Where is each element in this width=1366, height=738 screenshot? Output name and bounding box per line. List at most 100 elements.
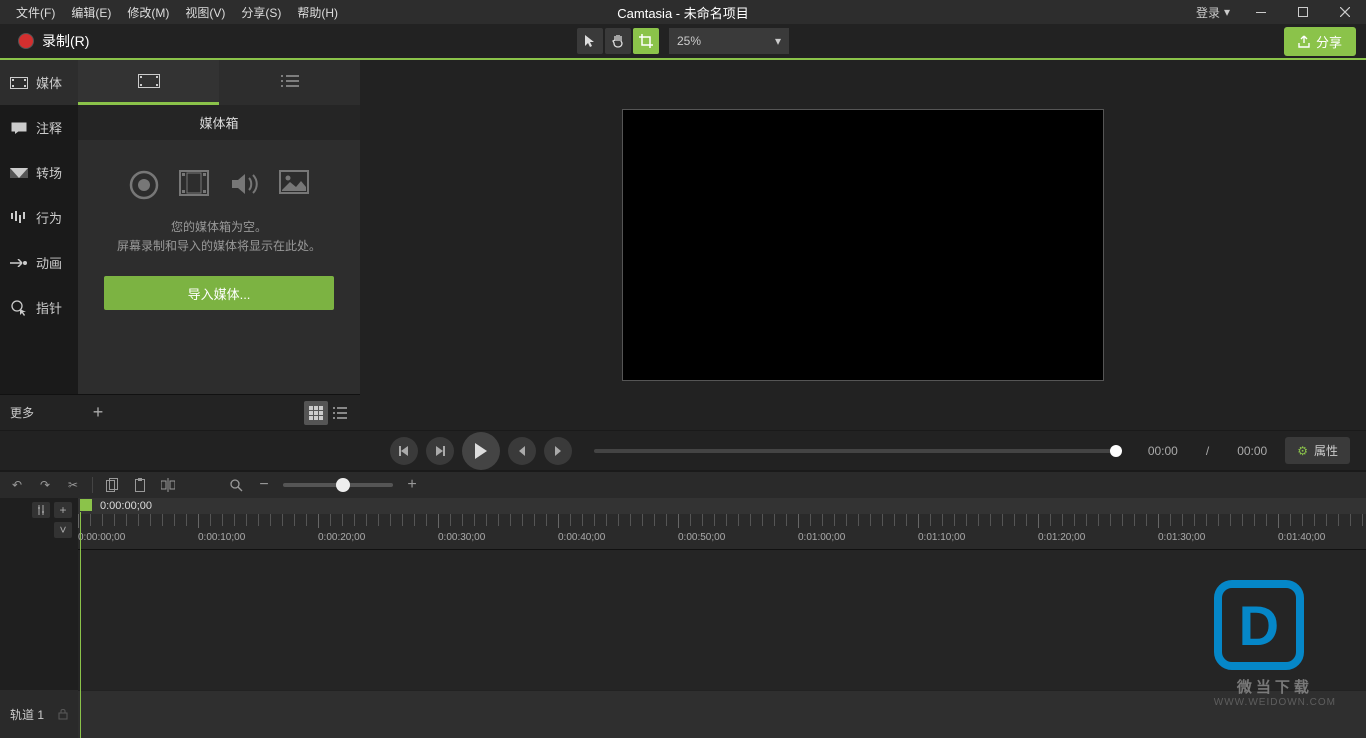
time-separator: /: [1206, 444, 1209, 458]
timeline-ruler[interactable]: 0:00:00;00 0:00:10;00 0:00:20;00 0:00:30;00…: [78, 514, 1366, 550]
paste-button[interactable]: [131, 476, 149, 494]
filmstrip-icon: [138, 74, 160, 88]
timeline-left-panel: + ˅ 轨道 1: [0, 498, 78, 738]
zoom-in-button[interactable]: +: [403, 476, 421, 494]
window-title: Camtasia - 未命名项目: [617, 3, 748, 22]
media-icon: [10, 76, 28, 90]
record-button[interactable]: 录制(R): [8, 27, 99, 55]
share-button[interactable]: 分享: [1284, 27, 1356, 56]
ruler-tick: 0:01:00;00: [798, 532, 845, 543]
video-icon: [179, 170, 209, 196]
total-time: 00:00: [1237, 444, 1267, 458]
track-1-row[interactable]: [78, 690, 1366, 738]
crop-tool[interactable]: [633, 28, 659, 54]
play-button[interactable]: [462, 432, 500, 470]
properties-button[interactable]: ⚙ 属性: [1285, 437, 1350, 464]
ruler-tick: 0:01:30;00: [1158, 532, 1205, 543]
menu-view[interactable]: 视图(V): [177, 4, 233, 21]
sidebar-item-cursor[interactable]: 指针: [0, 285, 78, 330]
preview-area: [360, 60, 1366, 430]
sidebar-more[interactable]: 更多: [0, 394, 78, 430]
canvas[interactable]: [622, 109, 1104, 381]
redo-button[interactable]: ↷: [36, 476, 54, 494]
toolbar: 录制(R) 25%▾ 分享: [0, 24, 1366, 60]
sidebar-item-behaviors[interactable]: 行为: [0, 195, 78, 240]
menubar: 文件(F) 编辑(E) 修改(M) 视图(V) 分享(S) 帮助(H) Camt…: [0, 0, 1366, 24]
current-time: 00:00: [1148, 444, 1178, 458]
ruler-tick: 0:01:10;00: [918, 532, 965, 543]
cut-button[interactable]: ✂: [64, 476, 82, 494]
timeline: + ˅ 轨道 1 0:00:00;00 0:00:00;00 0:00:10;00…: [0, 498, 1366, 738]
minimize-button[interactable]: [1240, 0, 1282, 24]
zoom-select[interactable]: 25%▾: [669, 28, 789, 54]
pan-tool[interactable]: [605, 28, 631, 54]
playhead-time: 0:00:00;00: [100, 500, 152, 512]
menu-help[interactable]: 帮助(H): [289, 4, 346, 21]
chevron-down-icon: ▾: [1224, 5, 1230, 19]
ruler-tick: 0:00:30;00: [438, 532, 485, 543]
add-media-button[interactable]: +: [86, 401, 110, 425]
zoom-search-icon[interactable]: [227, 476, 245, 494]
maximize-button[interactable]: [1282, 0, 1324, 24]
prev-frame-button[interactable]: [390, 437, 418, 465]
track-settings-button[interactable]: [32, 502, 50, 518]
menu-file[interactable]: 文件(F): [8, 4, 63, 21]
list-icon: [281, 75, 299, 87]
timeline-tracks[interactable]: 0:00:00;00 0:00:00;00 0:00:10;00 0:00:20;0…: [78, 498, 1366, 738]
media-bin-empty: 您的媒体箱为空。 屏幕录制和导入的媒体将显示在此处。 导入媒体...: [78, 140, 360, 394]
list-view-button[interactable]: [328, 401, 352, 425]
grid-view-button[interactable]: [304, 401, 328, 425]
playback-bar: 00:00 / 00:00 ⚙ 属性: [0, 430, 1366, 470]
select-tool[interactable]: [577, 28, 603, 54]
split-button[interactable]: [159, 476, 177, 494]
next-frame-button[interactable]: [426, 437, 454, 465]
menu-edit[interactable]: 编辑(E): [63, 4, 119, 21]
zoom-handle[interactable]: [336, 478, 350, 492]
empty-message-1: 您的媒体箱为空。: [171, 218, 267, 237]
menu-modify[interactable]: 修改(M): [119, 4, 177, 21]
empty-message-2: 屏幕录制和导入的媒体将显示在此处。: [117, 237, 321, 256]
track-1-header[interactable]: 轨道 1: [0, 690, 78, 738]
timeline-zoom-slider[interactable]: [283, 483, 393, 487]
sidebar-item-media[interactable]: 媒体: [0, 60, 78, 105]
sidebar: 媒体 注释 转场 行为 动画 指针 更多: [0, 60, 78, 430]
record-circle-icon: [129, 170, 159, 200]
copy-button[interactable]: [103, 476, 121, 494]
transition-icon: [10, 166, 28, 180]
cursor-icon: [10, 301, 28, 315]
behavior-icon: [10, 211, 28, 225]
panel-tab-library[interactable]: [219, 60, 360, 105]
seek-bar[interactable]: [594, 449, 1116, 453]
collapse-tracks-button[interactable]: ˅: [54, 522, 72, 538]
playhead-marker[interactable]: [80, 499, 92, 511]
audio-icon: [229, 170, 259, 198]
import-media-button[interactable]: 导入媒体...: [104, 276, 334, 310]
ruler-tick: 0:00:10;00: [198, 532, 245, 543]
panel-tab-media[interactable]: [78, 60, 219, 105]
image-icon: [279, 170, 309, 194]
undo-button[interactable]: ↶: [8, 476, 26, 494]
sidebar-item-animations[interactable]: 动画: [0, 240, 78, 285]
step-back-button[interactable]: [508, 437, 536, 465]
step-forward-button[interactable]: [544, 437, 572, 465]
ruler-tick: 0:00:50;00: [678, 532, 725, 543]
seek-handle[interactable]: [1110, 445, 1122, 457]
animation-icon: [10, 256, 28, 270]
playhead-line[interactable]: [80, 512, 81, 738]
upload-icon: [1298, 35, 1310, 48]
chevron-down-icon: ▾: [775, 34, 781, 48]
main-area: 媒体 注释 转场 行为 动画 指针 更多: [0, 60, 1366, 430]
ruler-tick: 0:00:20;00: [318, 532, 365, 543]
menu-share[interactable]: 分享(S): [233, 4, 289, 21]
ruler-tick: 0:00:00;00: [78, 532, 125, 543]
zoom-out-button[interactable]: −: [255, 476, 273, 494]
sidebar-item-annotations[interactable]: 注释: [0, 105, 78, 150]
sidebar-item-transitions[interactable]: 转场: [0, 150, 78, 195]
close-button[interactable]: [1324, 0, 1366, 24]
annotation-icon: [10, 121, 28, 135]
add-track-button[interactable]: +: [54, 502, 72, 518]
login-button[interactable]: 登录▾: [1186, 4, 1240, 21]
lock-icon: [58, 708, 68, 720]
record-icon: [18, 33, 34, 49]
ruler-tick: 0:00:40;00: [558, 532, 605, 543]
